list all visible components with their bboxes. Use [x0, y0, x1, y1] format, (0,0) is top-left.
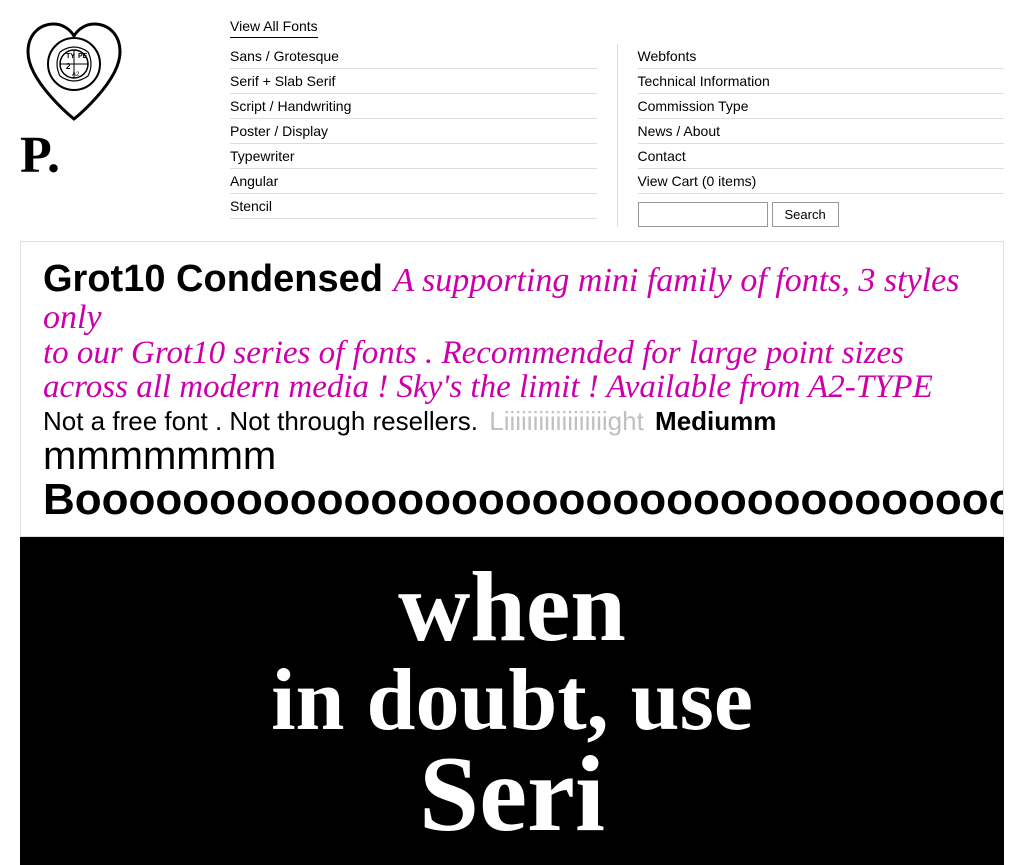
banner1-medium: Mediumm [655, 406, 776, 436]
search-row: Search [638, 202, 1005, 227]
banner1-line4: Not a free font . Not through resellers.… [43, 407, 981, 436]
banner1-bold-b: Booooooooooooooooooooooooooooooooooooooo… [43, 475, 1004, 524]
banner1-line5: mmmmmmm Booooooooooooooooooooooooooooooo… [43, 435, 981, 523]
nav-technical[interactable]: Technical Information [638, 69, 1005, 94]
search-input[interactable] [638, 202, 768, 227]
logo-icon[interactable]: TY PE 2 A2 [20, 14, 230, 134]
banner1-line1: Grot10 Condensed A supporting mini famil… [43, 260, 981, 336]
nav-angular[interactable]: Angular [230, 169, 597, 194]
nav-col-1: Sans / Grotesque Serif + Slab Serif Scri… [230, 44, 618, 227]
svg-text:A2: A2 [72, 72, 80, 78]
banner1-light-m: mmmmmmm [43, 434, 276, 478]
nav-cart[interactable]: View Cart (0 items) [638, 169, 1005, 194]
svg-text:PE: PE [78, 53, 88, 60]
nav-typewriter[interactable]: Typewriter [230, 144, 597, 169]
logo-area: TY PE 2 A2 P. [20, 14, 230, 182]
banner2-when: when [44, 557, 980, 657]
nav-script[interactable]: Script / Handwriting [230, 94, 597, 119]
banner-1: Grot10 Condensed A supporting mini famil… [20, 241, 1004, 537]
logo-letter: P. [20, 130, 230, 182]
nav-commission[interactable]: Commission Type [638, 94, 1005, 119]
banner1-light: Liiiiiiiiiiiiiiiiiight [489, 406, 644, 436]
nav-news[interactable]: News / About [638, 119, 1005, 144]
nav-contact[interactable]: Contact [638, 144, 1005, 169]
nav-container: View All Fonts Sans / Grotesque Serif + … [230, 14, 1004, 227]
nav-poster[interactable]: Poster / Display [230, 119, 597, 144]
banner1-nonfree: Not a free font . Not through resellers. [43, 406, 478, 436]
nav-stencil[interactable]: Stencil [230, 194, 597, 219]
search-button[interactable]: Search [772, 202, 839, 227]
banner2-doubt: in doubt, use [44, 657, 980, 745]
nav-sans[interactable]: Sans / Grotesque [230, 44, 597, 69]
nav-col-2: Webfonts Technical Information Commissio… [638, 44, 1005, 227]
nav-serif[interactable]: Serif + Slab Serif [230, 69, 597, 94]
banner2-serif: Seri [44, 741, 980, 849]
banner-2: when in doubt, use Seri [20, 537, 1004, 865]
banner1-line3: across all modern media ! Sky's the limi… [43, 370, 981, 405]
banner1-line2: to our Grot10 series of fonts . Recommen… [43, 336, 981, 371]
nav-webfonts[interactable]: Webfonts [638, 44, 1005, 69]
svg-text:2: 2 [66, 62, 71, 71]
banner1-title: Grot10 Condensed [43, 258, 383, 300]
view-all-fonts-link[interactable]: View All Fonts [230, 18, 318, 38]
